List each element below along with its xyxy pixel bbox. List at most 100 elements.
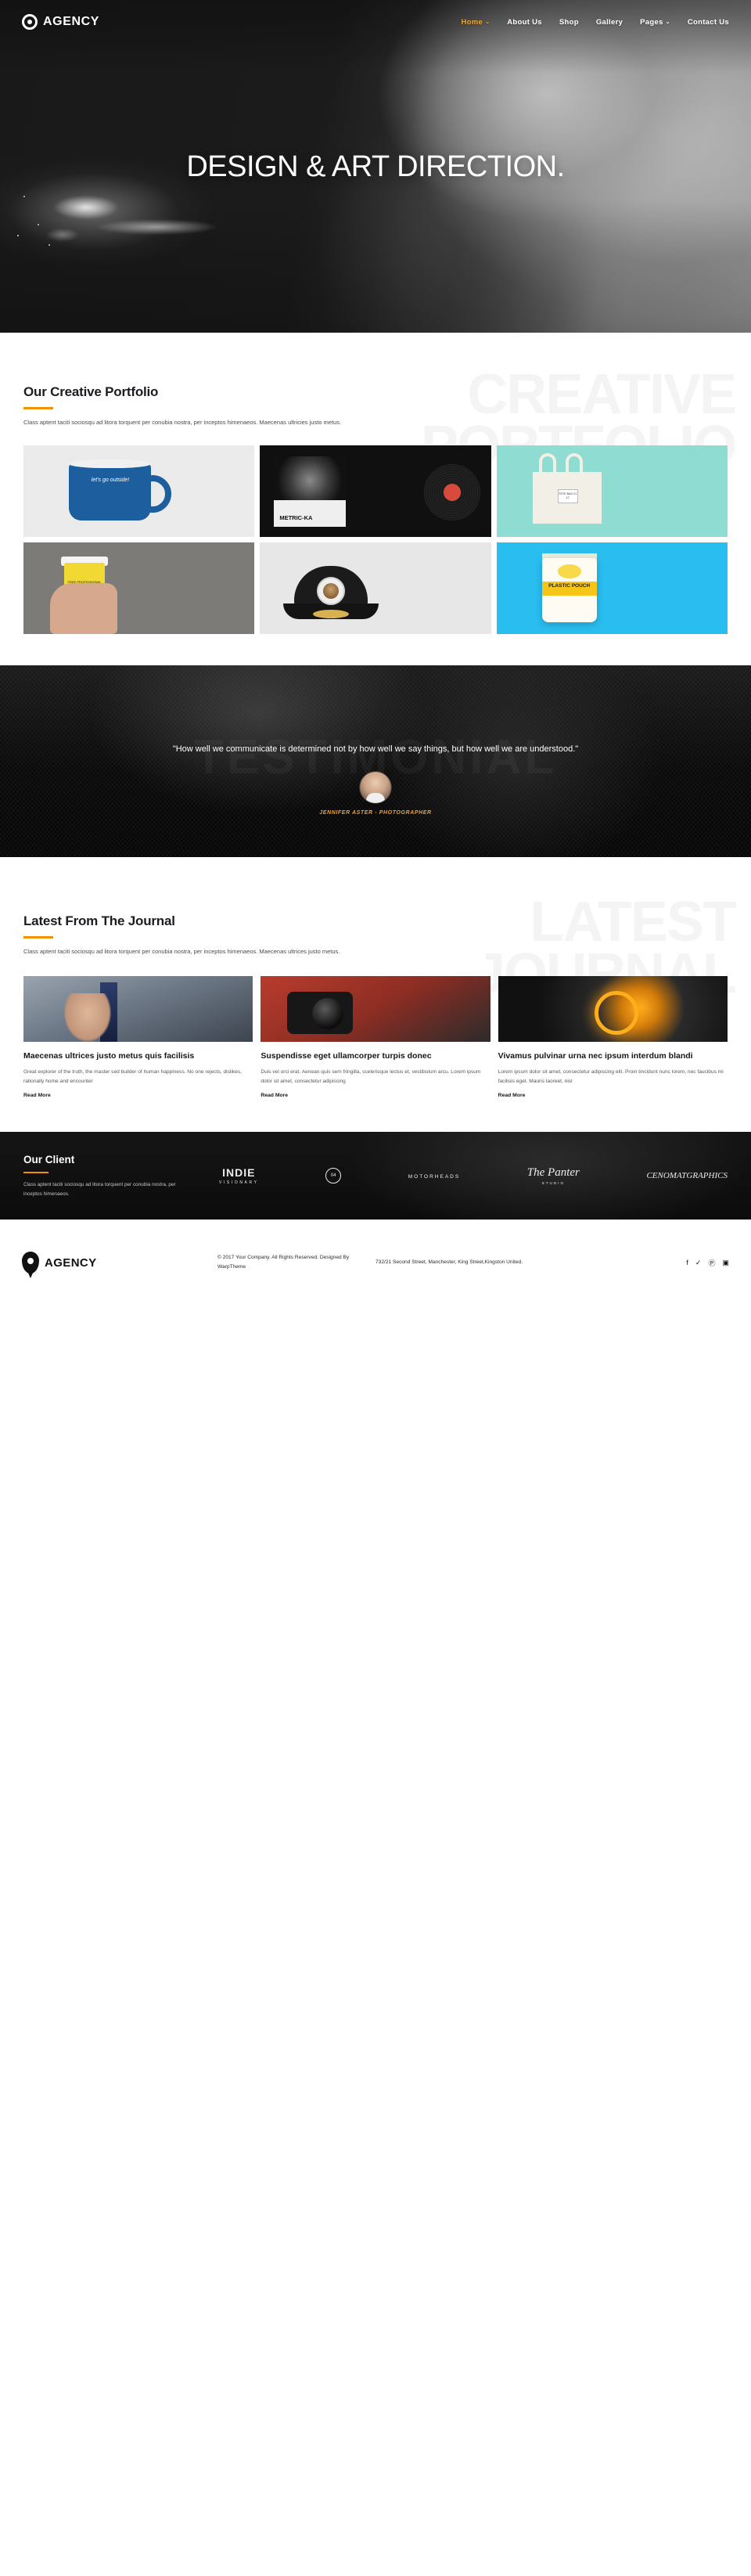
client-logo-secondary: VISIONARY xyxy=(219,1180,259,1186)
nav-label: Shop xyxy=(559,17,579,27)
portfolio-item-coffee-cup[interactable]: FREE PROFESSIONAL MOCKUP xyxy=(23,542,255,634)
portfolio-title: Our Creative Portfolio xyxy=(23,384,159,399)
nav-label: Contact Us xyxy=(687,17,729,27)
client-logo-primary: INDIE xyxy=(222,1166,256,1180)
client-logo-04[interactable]: 04 xyxy=(325,1168,342,1184)
instagram-icon[interactable]: ▣ xyxy=(722,1259,729,1267)
site-header: AGENCY Home ⌄ About Us Shop Gallery Page… xyxy=(0,0,751,44)
footer-address: 732/21 Second Street, Manchester, King S… xyxy=(376,1259,523,1265)
mug-caption: let's go outside! xyxy=(91,477,130,483)
nav-item-shop[interactable]: Shop xyxy=(559,18,579,27)
nav-item-pages[interactable]: Pages ⌄ xyxy=(640,18,670,27)
sleeve-art xyxy=(274,456,347,500)
footer-brand-name: AGENCY xyxy=(45,1256,97,1270)
portfolio-description: Class aptent taciti sociosqu ad litora t… xyxy=(23,419,342,426)
journal-cards: Maecenas ultrices justo metus quis facil… xyxy=(23,975,728,1101)
journal-card-image xyxy=(261,975,490,1042)
location-pin-icon xyxy=(22,14,38,30)
client-logos: INDIE VISIONARY 04 MOTORHEADS The Panter… xyxy=(208,1166,728,1185)
hero-section: AGENCY Home ⌄ About Us Shop Gallery Page… xyxy=(0,0,751,333)
nav-item-about-us[interactable]: About Us xyxy=(507,18,542,27)
journal-card-excerpt: Great explorer of the truth, the master … xyxy=(23,1069,242,1084)
journal-card[interactable]: Suspendisse eget ullamcorper turpis done… xyxy=(261,975,490,1101)
nav-item-contact-us[interactable]: Contact Us xyxy=(688,18,729,27)
chevron-down-icon: ⌄ xyxy=(665,19,670,25)
testimonial-section: TESTIMONIAL "How well we communicate is … xyxy=(0,665,751,857)
chevron-down-icon: ⌄ xyxy=(485,19,490,25)
journal-card-title: Suspendisse eget ullamcorper turpis done… xyxy=(261,1050,432,1061)
nav-label: Pages xyxy=(640,17,663,27)
mug-lip xyxy=(69,459,151,468)
portfolio-item-tote-bag[interactable]: TOTE BAG 01 17 xyxy=(496,445,728,537)
testimonial-quote: "How well we communicate is determined n… xyxy=(172,744,579,754)
sleeve-caption: METRIC-KA xyxy=(279,513,313,521)
client-logo-indie[interactable]: INDIE VISIONARY xyxy=(219,1166,259,1185)
read-more-link[interactable]: Read More xyxy=(498,1093,526,1098)
client-logo-motorheads[interactable]: MOTORHEADS xyxy=(408,1173,460,1180)
footer-copyright: © 2017 Your Company. All Rights Reserved… xyxy=(217,1254,350,1270)
avatar xyxy=(360,771,391,803)
hero-speck xyxy=(17,235,19,236)
footer-brand[interactable]: AGENCY xyxy=(22,1252,217,1279)
lemon-graphic xyxy=(557,564,581,578)
brand-logo[interactable]: AGENCY xyxy=(22,14,99,30)
client-logo-primary: MOTORHEADS xyxy=(408,1173,461,1180)
accent-rule xyxy=(23,935,53,939)
accent-rule xyxy=(23,407,53,409)
cap-label xyxy=(313,609,350,618)
journal-card[interactable]: Vivamus pulvinar urna nec ipsum interdum… xyxy=(498,975,728,1101)
hero-speck xyxy=(38,224,39,225)
journal-card[interactable]: Maecenas ultrices justo metus quis facil… xyxy=(23,975,253,1101)
client-logo-primary: The Panter xyxy=(526,1166,580,1180)
cap-badge xyxy=(317,576,346,605)
clients-description: Class aptent taciti sociosqu ad litora t… xyxy=(23,1182,176,1197)
site-footer: AGENCY © 2017 Your Company. All Rights R… xyxy=(0,1220,751,1306)
vinyl-disc xyxy=(423,463,480,521)
journal-card-image xyxy=(498,975,728,1042)
twitter-icon[interactable]: ✓ xyxy=(695,1259,702,1267)
client-logo-primary: 04 xyxy=(325,1168,342,1184)
clients-title: Our Client xyxy=(23,1153,75,1166)
journal-card-image xyxy=(23,975,253,1042)
record-sleeve: METRIC-KA xyxy=(274,456,347,527)
hand-shape xyxy=(50,582,117,634)
testimonial-author: JENNIFER ASTER - PHOTOGRAPHER xyxy=(319,809,432,816)
journal-card-excerpt: Lorem ipsum dolor sit amet, consectetur … xyxy=(498,1069,724,1084)
portfolio-item-snapback-cap[interactable] xyxy=(260,542,491,634)
footer-social-links: f ✓ Ⓟ ▣ xyxy=(686,1258,729,1268)
portfolio-item-enamel-mug[interactable]: let's go outside! xyxy=(23,445,255,537)
main-navigation: Home ⌄ About Us Shop Gallery Pages ⌄ Con xyxy=(461,18,729,27)
mug-shape xyxy=(69,462,171,521)
accent-rule xyxy=(23,1171,49,1174)
client-logo-cenomatgraphics[interactable]: CENOMATGRAPHICS xyxy=(646,1171,727,1180)
location-pin-icon xyxy=(22,1252,39,1279)
read-more-link[interactable]: Read More xyxy=(23,1093,51,1098)
client-logo-primary: CENOMATGRAPHICS xyxy=(646,1171,728,1181)
journal-card-title: Maecenas ultrices justo metus quis facil… xyxy=(23,1050,195,1061)
portfolio-item-vinyl-record[interactable]: METRIC-KA xyxy=(260,445,491,537)
journal-card-excerpt: Duis vel orci erat. Aenean quis sem frin… xyxy=(261,1069,481,1084)
facebook-icon[interactable]: f xyxy=(686,1259,688,1266)
pinterest-icon[interactable]: Ⓟ xyxy=(708,1258,715,1268)
pouch-caption: PLASTIC POUCH xyxy=(548,582,591,589)
nav-label: Home xyxy=(461,17,483,27)
hero-speck xyxy=(49,244,50,246)
client-logo-panter-studio[interactable]: The Panter STUDIO xyxy=(527,1166,580,1185)
journal-title: Latest From The Journal xyxy=(23,913,175,928)
nav-item-home[interactable]: Home ⌄ xyxy=(461,18,490,27)
hero-title: DESIGN & ART DIRECTION. xyxy=(186,150,565,183)
portfolio-section: CREATIVE PORTFOLIO Our Creative Portfoli… xyxy=(0,333,751,634)
landing-page: AGENCY Home ⌄ About Us Shop Gallery Page… xyxy=(0,0,751,1306)
read-more-link[interactable]: Read More xyxy=(261,1093,288,1098)
journal-card-title: Vivamus pulvinar urna nec ipsum interdum… xyxy=(498,1050,693,1061)
client-logo-secondary: STUDIO xyxy=(541,1181,566,1186)
journal-section: LATEST JOURNAL Latest From The Journal C… xyxy=(0,856,751,1133)
tote-caption: TOTE BAG 01 17 xyxy=(557,488,578,503)
journal-description: Class aptent taciti sociosqu ad litora t… xyxy=(23,947,340,955)
brand-name: AGENCY xyxy=(43,15,100,28)
nav-item-gallery[interactable]: Gallery xyxy=(596,18,623,27)
portfolio-item-plastic-pouch[interactable]: PLASTIC POUCH xyxy=(496,542,728,634)
hero-smoke-effect xyxy=(31,176,250,262)
nav-label: Gallery xyxy=(595,17,623,27)
portfolio-grid: let's go outside! METRIC-KA TOTE BAG 01 … xyxy=(23,445,728,634)
